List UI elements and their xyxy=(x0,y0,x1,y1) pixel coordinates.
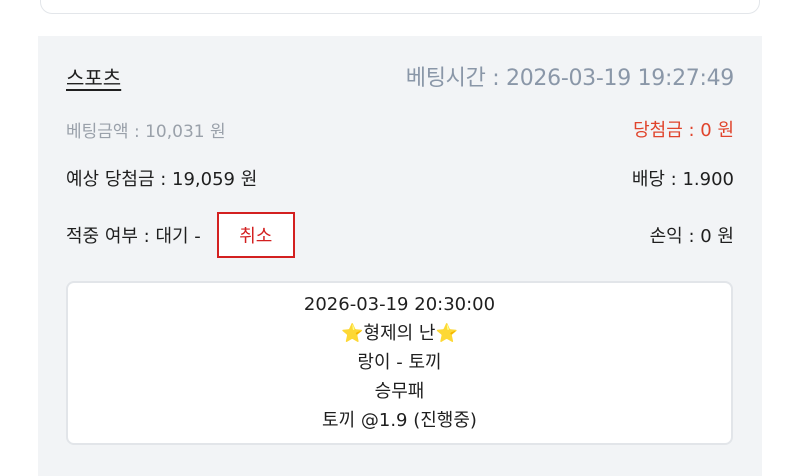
win-amount: 당첨금 : 0 원 xyxy=(633,120,734,141)
league-line: ⭐형제의 난⭐ xyxy=(341,321,458,347)
profit: 손익 : 0 원 xyxy=(649,226,734,247)
match-teams: 랑이 - 토끼 xyxy=(357,352,442,373)
league-name: 형제의 난 xyxy=(363,323,436,344)
bet-header-row: 스포츠 베팅시간 : 2026-03-19 19:27:49 xyxy=(66,60,734,92)
status-row: 적중 여부 : 대기 - 취소 손익 : 0 원 xyxy=(66,212,734,258)
amount-row: 베팅금액 : 10,031 원 당첨금 : 0 원 xyxy=(66,116,734,142)
bet-card: 스포츠 베팅시간 : 2026-03-19 19:27:49 베팅금액 : 10… xyxy=(38,36,762,476)
hit-status-group: 적중 여부 : 대기 - 취소 xyxy=(66,212,295,258)
cancel-button[interactable]: 취소 xyxy=(216,212,295,258)
expected-row: 예상 당첨금 : 19,059 원 배당 : 1.900 xyxy=(66,165,734,191)
star-icon: ⭐ xyxy=(435,323,458,344)
bet-detail-box: 2026-03-19 20:30:00 ⭐형제의 난⭐ 랑이 - 토끼 승무패 … xyxy=(66,281,733,445)
selection: 토끼 @1.9 (진행중) xyxy=(322,410,477,431)
market-type: 승무패 xyxy=(374,381,425,402)
bet-time: 베팅시간 : 2026-03-19 19:27:49 xyxy=(405,66,735,91)
previous-bet-card xyxy=(40,0,760,14)
star-icon: ⭐ xyxy=(341,323,364,344)
match-datetime: 2026-03-19 20:30:00 xyxy=(303,294,496,315)
bet-type-label[interactable]: 스포츠 xyxy=(66,62,121,91)
hit-status: 적중 여부 : 대기 - xyxy=(66,226,201,247)
odds: 배당 : 1.900 xyxy=(631,169,734,190)
bet-amount: 베팅금액 : 10,031 원 xyxy=(66,121,226,142)
expected-win: 예상 당첨금 : 19,059 원 xyxy=(66,169,258,190)
